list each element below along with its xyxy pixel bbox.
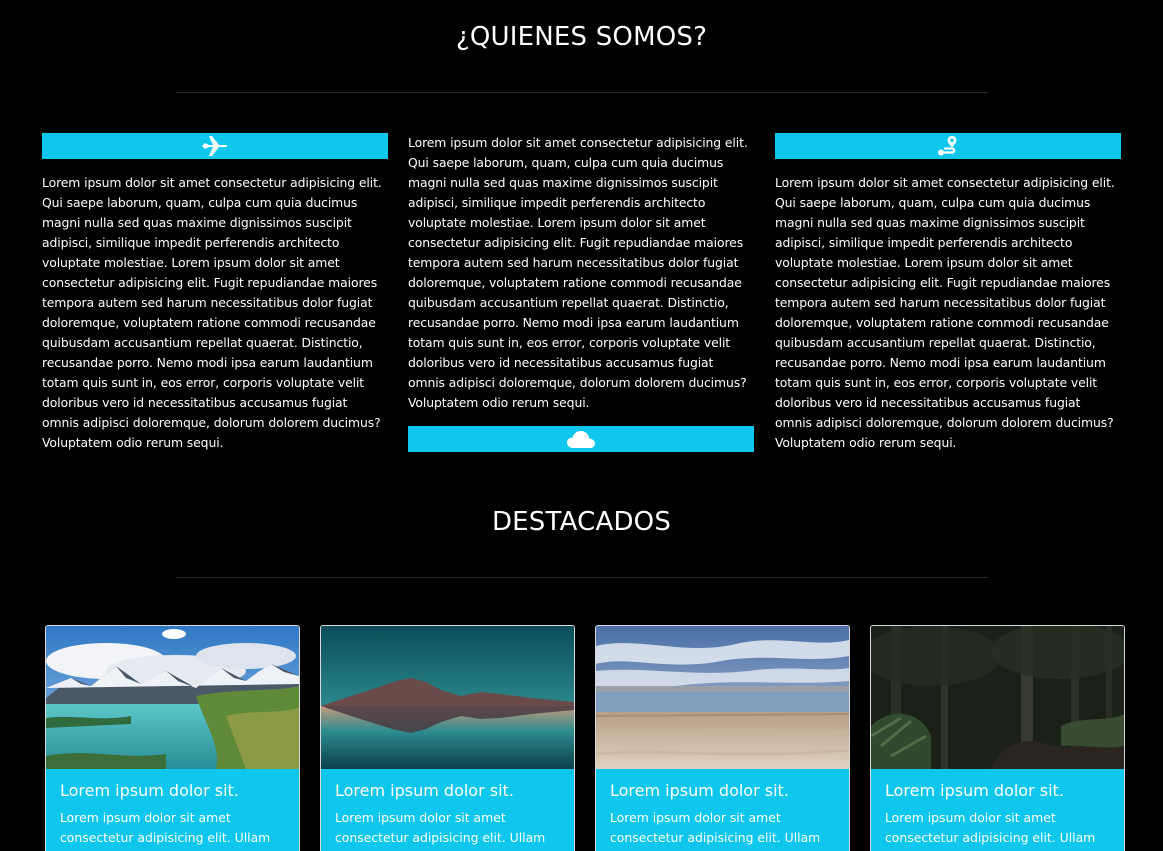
- airplane-icon: [202, 136, 228, 156]
- about-column-1-text: Lorem ipsum dolor sit amet consectetur a…: [42, 175, 382, 450]
- about-column-1: Lorem ipsum dolor sit amet consectetur a…: [42, 133, 388, 453]
- dark-forest-photo: [871, 626, 1124, 769]
- featured-card-2[interactable]: Lorem ipsum dolor sit. Lorem ipsum dolor…: [320, 625, 575, 851]
- about-column-2-text: Lorem ipsum dolor sit amet consectetur a…: [408, 135, 748, 410]
- featured-divider: [176, 577, 988, 578]
- featured-card-4-text: Lorem ipsum dolor sit amet consectetur a…: [885, 810, 1096, 845]
- about-column-2-icon-bar: [408, 426, 754, 452]
- featured-title: DESTACADOS: [491, 507, 672, 537]
- featured-card-1-body: Lorem ipsum dolor sit. Lorem ipsum dolor…: [46, 769, 299, 848]
- featured-card-3-text: Lorem ipsum dolor sit amet consectetur a…: [610, 810, 821, 845]
- featured-card-4-body: Lorem ipsum dolor sit. Lorem ipsum dolor…: [871, 769, 1124, 848]
- sunset-reflection-photo: [321, 626, 574, 769]
- featured-card-2-text: Lorem ipsum dolor sit amet consectetur a…: [335, 810, 546, 845]
- about-title: ¿QUIENES SOMOS?: [455, 22, 708, 52]
- featured-card-2-body: Lorem ipsum dolor sit. Lorem ipsum dolor…: [321, 769, 574, 848]
- featured-card-4-title[interactable]: Lorem ipsum dolor sit.: [885, 780, 1110, 802]
- page: ¿QUIENES SOMOS? Lorem ipsum dolor sit am…: [0, 0, 1163, 851]
- salt-flat-photo: [596, 626, 849, 769]
- route-icon: [938, 136, 957, 156]
- featured-card-1[interactable]: Lorem ipsum dolor sit. Lorem ipsum dolor…: [45, 625, 300, 851]
- featured-card-3-title[interactable]: Lorem ipsum dolor sit.: [610, 780, 835, 802]
- about-divider: [176, 92, 988, 93]
- about-column-3-icon-bar: [775, 133, 1121, 159]
- about-column-3: Lorem ipsum dolor sit amet consectetur a…: [775, 133, 1121, 453]
- about-column-2: Lorem ipsum dolor sit amet consectetur a…: [408, 133, 754, 452]
- featured-card-3-body: Lorem ipsum dolor sit. Lorem ipsum dolor…: [596, 769, 849, 848]
- cloud-icon: [567, 431, 595, 448]
- featured-card-3[interactable]: Lorem ipsum dolor sit. Lorem ipsum dolor…: [595, 625, 850, 851]
- about-column-3-text: Lorem ipsum dolor sit amet consectetur a…: [775, 175, 1115, 450]
- featured-card-1-text: Lorem ipsum dolor sit amet consectetur a…: [60, 810, 271, 845]
- featured-card-4[interactable]: Lorem ipsum dolor sit. Lorem ipsum dolor…: [870, 625, 1125, 851]
- featured-card-2-title[interactable]: Lorem ipsum dolor sit.: [335, 780, 560, 802]
- mountain-lake-photo: [46, 626, 299, 769]
- about-column-1-icon-bar: [42, 133, 388, 159]
- featured-card-1-title[interactable]: Lorem ipsum dolor sit.: [60, 780, 285, 802]
